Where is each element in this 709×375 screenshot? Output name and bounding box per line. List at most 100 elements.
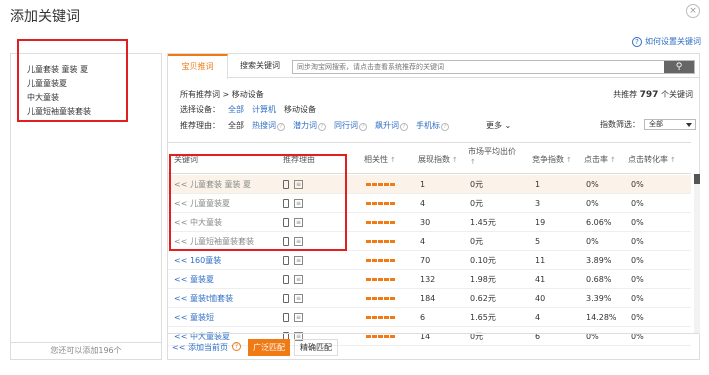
relevance-bar bbox=[366, 278, 396, 281]
impression-cell: 6 bbox=[420, 313, 426, 322]
relevance-cell bbox=[366, 232, 396, 251]
index-filter-label: 指数筛选： bbox=[600, 120, 640, 129]
help-icon[interactable]: ? bbox=[277, 123, 285, 131]
impression-cell: 1 bbox=[420, 180, 426, 189]
sort-icon: ↑ bbox=[470, 158, 476, 166]
reason-hot[interactable]: 热搜词? bbox=[252, 120, 285, 131]
relevance-bar bbox=[366, 259, 396, 262]
keyword-cell[interactable]: << 童装短 bbox=[174, 308, 214, 327]
col-relevance[interactable]: 相关性 ↑ bbox=[364, 154, 396, 165]
ctr-cell: 0% bbox=[586, 180, 599, 189]
add-current-page-link[interactable]: << 添加当前页 bbox=[172, 342, 228, 353]
help-icon[interactable]: ? bbox=[400, 123, 408, 131]
reason-rising-label: 飙升词 bbox=[375, 121, 399, 130]
keyword-search: ⚲ bbox=[292, 60, 695, 74]
price-cell: 1.45元 bbox=[470, 218, 496, 227]
competition-cell: 3 bbox=[535, 199, 541, 208]
price-cell: 1.65元 bbox=[470, 313, 496, 322]
competition-cell: 19 bbox=[535, 218, 546, 227]
remaining-count: 您还可以添加196个 bbox=[11, 342, 161, 359]
help-link[interactable]: ? 如何设置关键词 bbox=[632, 36, 701, 47]
relevance-bar bbox=[366, 202, 396, 205]
help-icon[interactable]: ? bbox=[232, 342, 241, 351]
tag-icon: ≡ bbox=[294, 294, 303, 303]
close-icon[interactable]: × bbox=[686, 4, 700, 18]
col-ctr-label: 点击率 bbox=[584, 155, 608, 164]
reason-potential[interactable]: 潜力词? bbox=[293, 120, 326, 131]
impression-cell: 30 bbox=[420, 218, 431, 227]
relevance-bar bbox=[366, 221, 396, 224]
sort-icon: ↑ bbox=[452, 156, 458, 164]
reason-mobile-label: 手机标 bbox=[416, 121, 440, 130]
broad-match-button[interactable]: 广泛匹配 bbox=[248, 339, 290, 356]
competition-cell: 11 bbox=[535, 256, 546, 265]
device-pc[interactable]: 计算机 bbox=[252, 104, 276, 115]
reason-cell: ≡ bbox=[283, 251, 303, 270]
col-impression[interactable]: 展现指数 ↑ bbox=[418, 154, 458, 165]
reason-peer[interactable]: 同行词? bbox=[334, 120, 367, 131]
relevance-cell bbox=[366, 213, 396, 232]
device-label: 选择设备： bbox=[180, 105, 220, 114]
breadcrumb: 所有推荐词 > 移动设备 bbox=[180, 90, 264, 99]
table-row[interactable]: << 童装短 ≡ 6 1.65元 4 14.28% 0% bbox=[168, 308, 691, 327]
competition-cell: 40 bbox=[535, 294, 546, 303]
keyword-cell[interactable]: << 童装夏 bbox=[174, 270, 214, 289]
tag-icon: ≡ bbox=[294, 256, 303, 265]
scrollbar[interactable] bbox=[694, 174, 700, 334]
ctr-cell: 3.89% bbox=[586, 256, 612, 265]
more-button[interactable]: 更多 ⌄ bbox=[486, 120, 511, 131]
col-relevance-label: 相关性 bbox=[364, 155, 388, 164]
reason-all[interactable]: 全部 bbox=[228, 120, 244, 131]
tab-bar: 宝贝推词 搜索关键词 ⚲ bbox=[168, 54, 699, 79]
col-avg-price[interactable]: 市场平均出价 ↑ bbox=[468, 146, 528, 166]
col-cvr-label: 点击转化率 bbox=[628, 155, 668, 164]
total-count: 共推荐 797 个关键词 bbox=[613, 89, 693, 100]
competition-cell: 4 bbox=[535, 313, 541, 322]
keyword-cell[interactable]: << 160童装 bbox=[174, 251, 221, 270]
help-icon[interactable]: ? bbox=[318, 123, 326, 131]
impression-cell: 184 bbox=[420, 294, 436, 303]
table-row[interactable]: << 童装夏 ≡ 132 1.98元 41 0.68% 0% bbox=[168, 270, 691, 289]
reason-peer-label: 同行词 bbox=[334, 121, 358, 130]
exact-match-button[interactable]: 精确匹配 bbox=[294, 339, 338, 356]
search-icon[interactable]: ⚲ bbox=[664, 61, 694, 73]
table-footer: << 添加当前页 ? 广泛匹配 精确匹配 bbox=[168, 333, 699, 359]
col-competition-label: 竞争指数 bbox=[532, 155, 564, 164]
help-icon[interactable]: ? bbox=[359, 123, 367, 131]
relevance-cell bbox=[366, 270, 396, 289]
total-prefix: 共推荐 bbox=[613, 90, 638, 99]
reason-potential-label: 潜力词 bbox=[293, 121, 317, 130]
mobile-icon bbox=[283, 294, 289, 303]
price-cell: 0元 bbox=[470, 180, 484, 189]
sort-icon: ↑ bbox=[610, 156, 616, 164]
keyword-cell[interactable]: << 童装t恤套装 bbox=[174, 289, 233, 308]
tab-search[interactable]: 搜索关键词 bbox=[230, 54, 290, 78]
device-mobile[interactable]: 移动设备 bbox=[284, 104, 316, 115]
price-cell: 0元 bbox=[470, 199, 484, 208]
mobile-icon bbox=[283, 275, 289, 284]
relevance-cell bbox=[366, 289, 396, 308]
device-all[interactable]: 全部 bbox=[228, 104, 244, 115]
relevance-cell bbox=[366, 251, 396, 270]
col-competition[interactable]: 竞争指数 ↑ bbox=[532, 154, 572, 165]
scrollbar-thumb[interactable] bbox=[694, 174, 700, 184]
search-input[interactable] bbox=[293, 61, 664, 73]
tab-recommend[interactable]: 宝贝推词 bbox=[168, 54, 228, 79]
cvr-cell: 0% bbox=[631, 218, 644, 227]
ctr-cell: 3.39% bbox=[586, 294, 612, 303]
reason-rising[interactable]: 飙升词? bbox=[375, 120, 408, 131]
cvr-cell: 0% bbox=[631, 275, 644, 284]
tag-icon: ≡ bbox=[294, 275, 303, 284]
col-cvr[interactable]: 点击转化率 ↑ bbox=[628, 154, 676, 165]
index-filter-select[interactable]: 全部 bbox=[644, 119, 696, 130]
col-avg-price-label: 市场平均出价 bbox=[468, 147, 516, 156]
price-cell: 0.62元 bbox=[470, 294, 496, 303]
table-row[interactable]: << 160童装 ≡ 70 0.10元 11 3.89% 0% bbox=[168, 251, 691, 270]
reason-filter: 推荐理由： 全部 热搜词? 潜力词? 同行词? 飙升词? 手机标? bbox=[180, 120, 449, 131]
competition-cell: 5 bbox=[535, 237, 541, 246]
reason-mobile[interactable]: 手机标? bbox=[416, 120, 449, 131]
table-row[interactable]: << 童装t恤套装 ≡ 184 0.62元 40 3.39% 0% bbox=[168, 289, 691, 308]
reason-cell: ≡ bbox=[283, 289, 303, 308]
col-ctr[interactable]: 点击率 ↑ bbox=[584, 154, 616, 165]
help-icon[interactable]: ? bbox=[441, 123, 449, 131]
